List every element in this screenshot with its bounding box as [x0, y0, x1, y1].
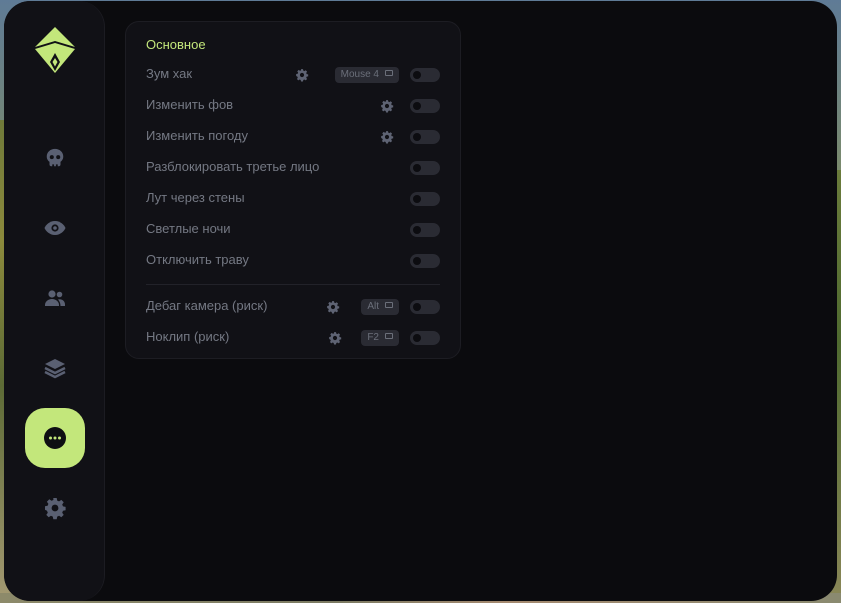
- keybind-label: Mouse 4: [340, 69, 379, 80]
- toggle-knob: [413, 195, 421, 203]
- setting-label: Зум хак: [146, 66, 193, 81]
- sidebar-item-esp-eye[interactable]: [25, 198, 85, 258]
- gear-icon[interactable]: [295, 68, 309, 82]
- eye-icon: [44, 221, 66, 235]
- more-dots-icon: [44, 427, 66, 449]
- toggle-switch[interactable]: [410, 161, 440, 175]
- setting-label: Разблокировать третье лицо: [146, 159, 320, 174]
- setting-label: Светлые ночи: [146, 221, 231, 236]
- skull-icon: [46, 148, 64, 167]
- keybind-label: F2: [367, 332, 379, 343]
- section-divider: [146, 284, 440, 285]
- toggle-knob: [413, 102, 421, 110]
- layers-icon: [44, 359, 66, 379]
- setting-label: Изменить погоду: [146, 128, 249, 143]
- keybind-button[interactable]: Alt: [361, 299, 399, 315]
- toggle-knob: [413, 226, 421, 234]
- menu-window: Основное Зум хак Mouse 4 Изменить фов Из…: [4, 1, 837, 601]
- toggle-switch[interactable]: [410, 99, 440, 113]
- setting-label: Отключить траву: [146, 252, 249, 267]
- keybind-label: Alt: [367, 301, 379, 312]
- gear-icon: [45, 498, 66, 520]
- gear-icon[interactable]: [328, 331, 342, 345]
- setting-row-change-fov: Изменить фов: [146, 96, 440, 116]
- setting-row-disable-grass: Отключить траву: [146, 251, 440, 271]
- keyboard-icon: [385, 302, 393, 309]
- toggle-switch[interactable]: [410, 300, 440, 314]
- toggle-switch[interactable]: [410, 192, 440, 206]
- toggle-switch[interactable]: [410, 130, 440, 144]
- gear-icon[interactable]: [326, 300, 340, 314]
- users-icon: [45, 290, 65, 306]
- sidebar-item-misc[interactable]: [25, 408, 85, 468]
- diamond-logo-icon: [35, 27, 75, 73]
- setting-label: Изменить фов: [146, 97, 234, 112]
- setting-row-third-person: Разблокировать третье лицо: [146, 158, 440, 178]
- toggle-knob: [413, 257, 421, 265]
- toggle-knob: [413, 133, 421, 141]
- setting-row-noclip: Ноклип (риск) F2: [146, 328, 440, 348]
- sidebar: [4, 1, 105, 601]
- sidebar-item-layers[interactable]: [25, 338, 85, 398]
- setting-row-change-weather: Изменить погоду: [146, 127, 440, 147]
- section-title: Основное: [146, 37, 206, 52]
- toggle-knob: [413, 334, 421, 342]
- sidebar-item-players[interactable]: [25, 268, 85, 328]
- gear-icon[interactable]: [380, 130, 394, 144]
- toggle-knob: [413, 164, 421, 172]
- setting-label: Дебаг камера (риск): [146, 298, 268, 313]
- setting-label: Лут через стены: [146, 190, 245, 205]
- setting-label: Ноклип (риск): [146, 329, 230, 344]
- toggle-switch[interactable]: [410, 223, 440, 237]
- setting-row-debug-camera: Дебаг камера (риск) Alt: [146, 297, 440, 317]
- toggle-knob: [413, 303, 421, 311]
- toggle-knob: [413, 71, 421, 79]
- toggle-switch[interactable]: [410, 254, 440, 268]
- keyboard-icon: [385, 70, 393, 77]
- keyboard-icon: [385, 333, 393, 340]
- toggle-switch[interactable]: [410, 331, 440, 345]
- main-settings-panel: Основное Зум хак Mouse 4 Изменить фов Из…: [125, 21, 461, 359]
- toggle-switch[interactable]: [410, 68, 440, 82]
- setting-row-loot-through-walls: Лут через стены: [146, 189, 440, 209]
- sidebar-item-visuals-skull[interactable]: [25, 128, 85, 188]
- keybind-button[interactable]: F2: [361, 330, 399, 346]
- keybind-button[interactable]: Mouse 4: [334, 67, 399, 83]
- sidebar-item-settings[interactable]: [25, 478, 85, 538]
- gear-icon[interactable]: [380, 99, 394, 113]
- setting-row-bright-nights: Светлые ночи: [146, 220, 440, 240]
- setting-row-zoom-hack: Зум хак Mouse 4: [146, 65, 440, 85]
